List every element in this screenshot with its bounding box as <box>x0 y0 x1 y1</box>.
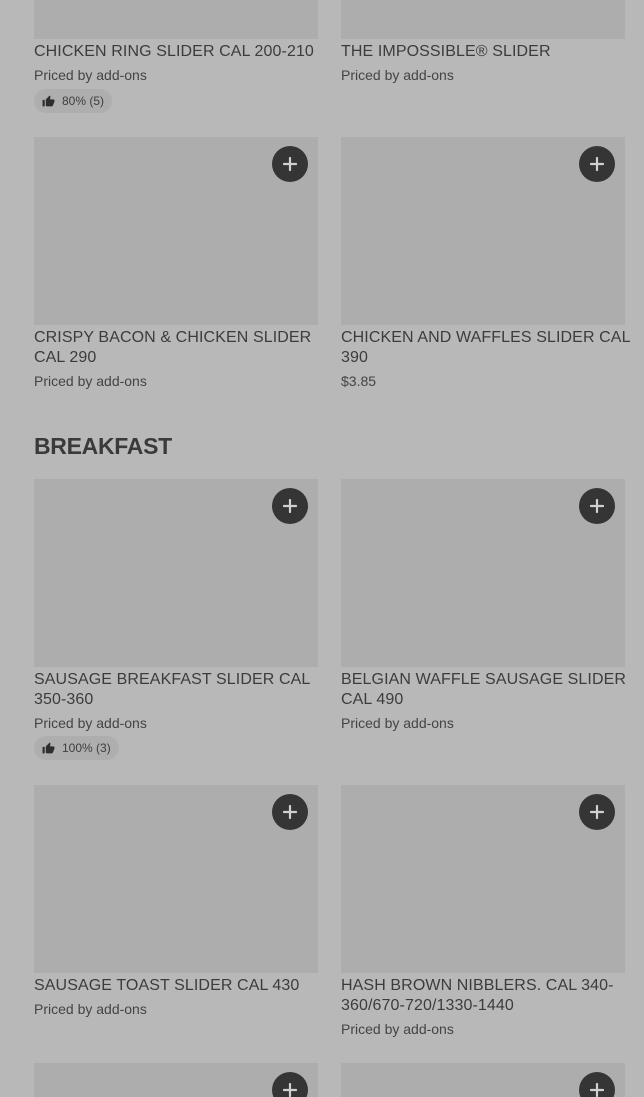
thumbs-up-icon <box>42 742 55 753</box>
rating-text: 100% (3) <box>62 741 111 755</box>
plus-icon <box>283 157 297 171</box>
item-price: Priced by add-ons <box>341 1021 454 1037</box>
menu-item-card[interactable] <box>34 1063 318 1097</box>
menu-item-card[interactable]: HASH BROWN NIBBLERS. CAL 340-360/670-720… <box>341 785 625 1045</box>
menu-item-card[interactable]: CHICKEN AND WAFFLES SLIDER CAL 390 $3.85 <box>341 137 630 397</box>
item-price: Priced by add-ons <box>341 715 454 731</box>
item-price: Priced by add-ons <box>34 1001 147 1017</box>
add-item-button[interactable] <box>579 488 615 524</box>
item-price: Priced by add-ons <box>34 67 147 83</box>
menu-item-card[interactable]: CRISPY BACON & CHICKEN SLIDER CAL 290 Pr… <box>34 137 318 397</box>
item-name[interactable]: CHICKEN RING SLIDER CAL 200-210 <box>34 42 324 62</box>
item-price: Priced by add-ons <box>341 67 454 83</box>
menu-item-card[interactable] <box>341 1063 625 1097</box>
add-item-button[interactable] <box>579 794 615 830</box>
item-name[interactable]: CHICKEN AND WAFFLES SLIDER CAL 390 <box>341 328 631 368</box>
plus-icon <box>283 805 297 819</box>
section-title-breakfast: BREAKFAST <box>34 433 172 459</box>
add-item-button[interactable] <box>272 146 308 182</box>
rating-text: 80% (5) <box>62 94 105 108</box>
menu-item-card[interactable]: CHICKEN RING SLIDER CAL 200-210 Priced b… <box>34 0 318 115</box>
item-price: Priced by add-ons <box>34 373 147 389</box>
item-price: $3.85 <box>341 373 377 389</box>
item-name[interactable]: HASH BROWN NIBBLERS. CAL 340-360/670-720… <box>341 976 631 1016</box>
rating-badge: 80% (5) <box>34 89 113 113</box>
plus-icon <box>590 157 604 171</box>
plus-icon <box>283 499 297 513</box>
plus-icon <box>590 805 604 819</box>
menu-item-card[interactable]: THE IMPOSSIBLE® SLIDER Priced by add-ons <box>341 0 625 100</box>
item-name[interactable]: BELGIAN WAFFLE SAUSAGE SLIDER CAL 490 <box>341 670 631 710</box>
item-name[interactable]: THE IMPOSSIBLE® SLIDER <box>341 42 631 62</box>
add-item-button[interactable] <box>272 488 308 524</box>
menu-page: CHICKEN RING SLIDER CAL 200-210 Priced b… <box>0 0 644 1097</box>
item-name[interactable]: SAUSAGE TOAST SLIDER CAL 430 <box>34 976 324 996</box>
item-name[interactable]: CRISPY BACON & CHICKEN SLIDER CAL 290 <box>34 328 324 368</box>
plus-icon <box>283 1083 297 1097</box>
menu-item-card[interactable]: SAUSAGE BREAKFAST SLIDER CAL 350-360 Pri… <box>34 479 318 764</box>
item-name[interactable]: SAUSAGE BREAKFAST SLIDER CAL 350-360 <box>34 670 324 710</box>
add-item-button[interactable] <box>272 794 308 830</box>
add-item-button[interactable] <box>579 146 615 182</box>
menu-item-card[interactable]: BELGIAN WAFFLE SAUSAGE SLIDER CAL 490 Pr… <box>341 479 626 739</box>
item-price: Priced by add-ons <box>34 715 147 731</box>
thumbs-up-icon <box>42 95 55 106</box>
rating-badge: 100% (3) <box>34 736 119 760</box>
item-image[interactable] <box>341 0 625 39</box>
item-image[interactable] <box>34 0 318 39</box>
plus-icon <box>590 1083 604 1097</box>
plus-icon <box>590 499 604 513</box>
menu-item-card[interactable]: SAUSAGE TOAST SLIDER CAL 430 Priced by a… <box>34 785 318 1025</box>
